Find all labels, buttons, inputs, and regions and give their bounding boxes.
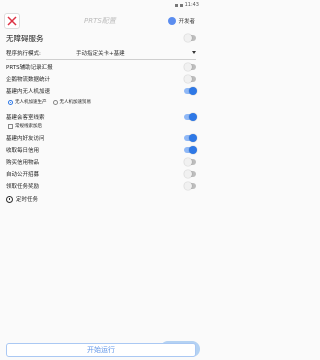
battery-icon — [179, 3, 183, 7]
base-shift-row: 基建会客室线索 — [6, 112, 197, 122]
radio-selected-icon — [8, 99, 13, 105]
program-mode-label: 程序执行模式: — [6, 51, 41, 57]
clock-icon — [6, 195, 13, 203]
auto-recruit-toggle[interactable] — [184, 170, 196, 178]
base-shift-toggle[interactable] — [184, 113, 197, 121]
status-bar: 11:43 — [0, 0, 203, 10]
select-underline — [6, 59, 196, 60]
page-title: PRTS配置 — [84, 17, 116, 25]
shop-toggle[interactable] — [184, 158, 196, 166]
scheduled-task-row[interactable]: 定时任务 — [6, 194, 196, 204]
start-button[interactable]: 开始运行 — [6, 343, 196, 357]
app-logo-icon — [4, 13, 20, 29]
enterprise-stats-row: 企鹅物流数据统计 — [6, 74, 196, 84]
accessibility-toggle[interactable] — [184, 34, 196, 42]
drone-accel-toggle[interactable] — [184, 87, 197, 95]
developer-label: 开发者 — [178, 19, 195, 25]
drone-accel-row: 基建内无人机加速 — [6, 86, 197, 96]
developer-icon — [168, 17, 177, 25]
app-header: PRTS配置 开发者 — [0, 10, 203, 32]
radio-trade[interactable]: 无人机加速贸易 — [52, 99, 92, 105]
friend-visit-toggle[interactable] — [184, 134, 197, 142]
dropdown-arrow-icon — [192, 51, 196, 54]
checkbox-icon — [8, 123, 13, 129]
drone-accel-label: 基建内无人机加速 — [6, 89, 51, 95]
claim-tasks-label: 领取任务奖励 — [6, 184, 40, 190]
accessibility-label: 无障碍服务 — [6, 33, 44, 43]
scheduled-task-label: 定时任务 — [16, 197, 39, 203]
daily-credit-label: 收取每日信用 — [6, 148, 40, 154]
daily-credit-row: 收取每日信用 — [6, 145, 197, 155]
status-icons: 11:43 — [174, 2, 199, 8]
base-shift-label: 基建会客室线索 — [6, 115, 45, 121]
shop-label: 购买信用物品 — [6, 160, 40, 166]
prts-summary-row: PRTS辅助记录汇报 — [6, 62, 196, 72]
auto-recruit-label: 自动公开招募 — [6, 172, 40, 178]
shop-row: 购买信用物品 — [6, 157, 196, 167]
program-mode-value: 手动指定关卡+基建 — [76, 51, 125, 57]
friend-visit-row: 基建内好友访问 — [6, 133, 197, 143]
radio-production[interactable]: 无人机加速生产 — [8, 99, 47, 105]
prts-summary-toggle[interactable] — [184, 63, 196, 71]
shift-checkbox-row[interactable]: 常规线索加后 — [8, 122, 42, 130]
enterprise-stats-toggle[interactable] — [184, 75, 196, 83]
claim-tasks-toggle[interactable] — [184, 182, 196, 190]
program-mode-select[interactable]: 程序执行模式: 手动指定关卡+基建 — [6, 48, 196, 60]
drone-mode-radio-group: 无人机加速生产 无人机加速贸易 — [8, 97, 188, 107]
developer-button[interactable]: 开发者 — [168, 15, 195, 27]
signal-icon — [174, 3, 178, 7]
accessibility-row: 无障碍服务 — [6, 33, 196, 43]
prts-summary-label: PRTS辅助记录汇报 — [6, 65, 53, 71]
daily-credit-toggle[interactable] — [184, 146, 197, 154]
radio-trade-label: 无人机加速贸易 — [59, 100, 92, 105]
radio-unselected-icon — [52, 99, 58, 105]
shift-checkbox-label: 常规线索加后 — [15, 124, 42, 129]
radio-production-label: 无人机加速生产 — [15, 100, 47, 105]
enterprise-stats-label: 企鹅物流数据统计 — [6, 77, 51, 83]
claim-tasks-row: 领取任务奖励 — [6, 181, 196, 191]
friend-visit-label: 基建内好友访问 — [6, 136, 45, 142]
status-time: 11:43 — [184, 2, 199, 8]
auto-recruit-row: 自动公开招募 — [6, 169, 196, 179]
